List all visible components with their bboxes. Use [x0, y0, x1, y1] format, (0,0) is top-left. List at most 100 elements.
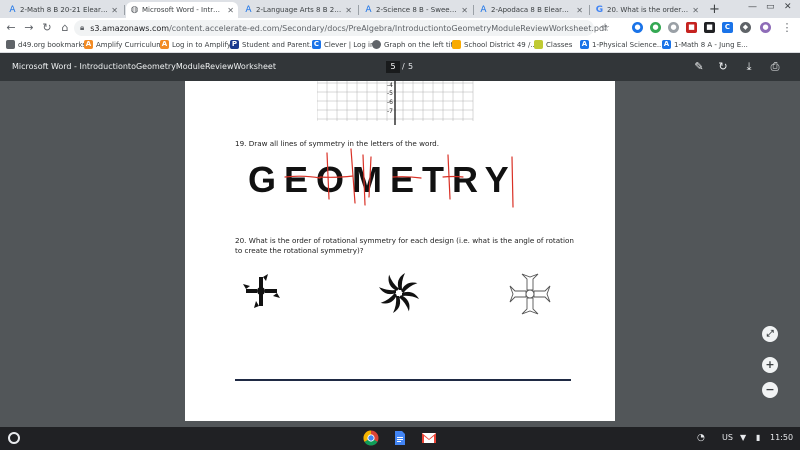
menu-icon[interactable]: ⋮	[780, 21, 794, 34]
locale-indicator[interactable]: US	[722, 433, 733, 442]
bookmark-item[interactable]: A 1-Math 8 A - Jung E...	[662, 40, 748, 49]
amplify-icon: A	[160, 40, 169, 49]
url-path: /content.accelerate-ed.com/Secondary/doc…	[169, 23, 607, 33]
tab-google-search[interactable]: G 20. What is the order of rota ✕	[591, 2, 703, 18]
extension-icon[interactable]: C	[722, 22, 733, 33]
zoom-out-button[interactable]: −	[762, 382, 778, 398]
bookmark-item[interactable]: P Student and Parent...	[230, 40, 316, 49]
bookmark-item[interactable]: School District 49 /...	[452, 40, 537, 49]
rotation-design-pinwheel	[243, 274, 280, 308]
answer-line	[235, 379, 571, 381]
forward-icon[interactable]: →	[22, 21, 36, 34]
tab-science[interactable]: A 2-Science 8 B - Sweeney ELea ✕	[360, 2, 472, 18]
accelerate-icon: A	[580, 40, 589, 49]
page-separator: /	[402, 62, 405, 71]
wifi-icon[interactable]: ▼	[740, 433, 746, 442]
close-icon[interactable]: ✕	[576, 6, 583, 15]
bookmark-item[interactable]: d49.org bookmarks	[6, 40, 86, 49]
home-icon[interactable]: ⌂	[58, 21, 72, 34]
bookmark-label: Amplify Curriculum	[96, 40, 164, 49]
zoom-in-button[interactable]: +	[762, 357, 778, 373]
amplify-icon: A	[84, 40, 93, 49]
bookmark-label: Student and Parent...	[242, 40, 317, 49]
tab-label: 20. What is the order of rota	[607, 6, 689, 14]
bookmark-item[interactable]: C Clever | Log in	[312, 40, 374, 49]
accelerate-icon: A	[9, 4, 16, 15]
rotation-design-cross	[509, 273, 551, 315]
extension-icon[interactable]: ◆	[740, 22, 751, 33]
bookmark-item[interactable]: Graph on the left tit...	[372, 40, 460, 49]
tab-math[interactable]: A 2-Math 8 B 20-21 Elearning ✕	[4, 2, 122, 18]
download-icon[interactable]: ⤓	[742, 60, 756, 74]
close-icon[interactable]: ✕	[461, 6, 468, 15]
axis-tick-label: -7	[387, 108, 393, 115]
tab-label: Microsoft Word - Introductio	[142, 6, 224, 14]
print-icon[interactable]: ⎙	[768, 60, 782, 74]
docs-icon[interactable]	[392, 430, 408, 446]
settings-tray-icon[interactable]: ◔	[697, 433, 705, 443]
bookmarks-bar: d49.org bookmarks A Amplify Curriculum A…	[0, 38, 800, 53]
extension-icon[interactable]: ●	[650, 22, 661, 33]
close-icon[interactable]: ✕	[227, 6, 234, 15]
annotate-icon[interactable]: ✎	[692, 60, 706, 73]
star-icon[interactable]: ☆	[598, 21, 612, 34]
avatar[interactable]: ●	[760, 22, 771, 33]
clock[interactable]: 11:50	[770, 433, 793, 442]
extension-icon[interactable]: ●	[632, 22, 643, 33]
rotate-icon[interactable]: ↻	[716, 60, 730, 73]
back-icon[interactable]: ←	[4, 21, 18, 34]
bookmark-item[interactable]: Classes	[534, 40, 572, 49]
bookmark-label: d49.org bookmarks	[18, 40, 87, 49]
chrome-icon[interactable]	[363, 430, 379, 446]
accelerate-icon: A	[480, 4, 487, 15]
address-bar[interactable]: 🔒︎ s3.amazonaws.com/content.accelerate-e…	[74, 20, 607, 36]
extension-icon[interactable]: ■	[686, 22, 697, 33]
extension-icon[interactable]: ●	[668, 22, 679, 33]
pdf-page: -4 -5 -6 -7 19. Draw all lines of symmet…	[185, 81, 615, 421]
minimize-icon[interactable]: —	[748, 2, 757, 12]
bookmark-item[interactable]: A Log in to Amplify	[160, 40, 231, 49]
symmetry-marks	[284, 148, 514, 208]
page-total: 5	[408, 62, 414, 71]
tab-language-arts[interactable]: A 2-Language Arts 8 B 20-21 E ✕	[240, 2, 356, 18]
question-20: 20. What is the order of rotational symm…	[235, 236, 574, 255]
close-icon[interactable]: ✕	[345, 6, 352, 15]
bookmark-label: 1-Math 8 A - Jung E...	[674, 40, 748, 49]
bookmark-label: Clever | Log in	[324, 40, 375, 49]
google-icon: G	[595, 4, 604, 15]
maximize-icon[interactable]: ▭	[766, 2, 775, 12]
fit-to-page-icon[interactable]: ⤢	[762, 326, 778, 342]
launcher-icon[interactable]	[8, 432, 20, 444]
accelerate-icon: A	[245, 4, 252, 15]
tab-label: 2-Apodaca 8 B Elearning Soc	[491, 6, 573, 14]
tab-social-studies[interactable]: A 2-Apodaca 8 B Elearning Soc ✕	[475, 2, 587, 18]
close-icon[interactable]: ✕	[111, 6, 118, 15]
bookmark-label: 1-Physical Science...	[592, 40, 664, 49]
rotation-design-swirl	[379, 273, 419, 313]
bookmark-item[interactable]: A Amplify Curriculum	[84, 40, 163, 49]
gmail-icon[interactable]	[421, 430, 437, 446]
p-icon: P	[230, 40, 239, 49]
lock-icon[interactable]: 🔒︎	[80, 23, 84, 33]
bookmark-label: School District 49 /...	[464, 40, 537, 49]
globe-icon	[372, 40, 381, 49]
tab-worksheet-pdf[interactable]: ◍ Microsoft Word - Introductio ✕	[126, 2, 238, 18]
tab-strip: A 2-Math 8 B 20-21 Elearning ✕ ◍ Microso…	[0, 0, 800, 18]
pdf-viewer[interactable]: -4 -5 -6 -7 19. Draw all lines of symmet…	[0, 81, 800, 427]
pdf-title: Microsoft Word - IntroductiontoGeometryM…	[12, 62, 276, 71]
tab-label: 2-Math 8 B 20-21 Elearning	[20, 6, 109, 14]
classes-icon	[534, 40, 543, 49]
folder-icon	[6, 40, 15, 49]
pdf-toolbar: Microsoft Word - IntroductiontoGeometryM…	[0, 53, 800, 81]
extension-icon[interactable]: ■	[704, 22, 715, 33]
reload-icon[interactable]: ↻	[40, 21, 54, 34]
page-number-input[interactable]: 5	[386, 61, 400, 73]
tab-label: 2-Science 8 B - Sweeney ELea	[376, 6, 459, 14]
new-tab-button[interactable]: +	[709, 2, 720, 17]
bookmark-item[interactable]: A 1-Physical Science...	[580, 40, 664, 49]
battery-icon[interactable]: ▮	[756, 433, 760, 442]
close-icon[interactable]: ✕	[692, 6, 699, 15]
bookmark-label: Graph on the left tit...	[384, 40, 461, 49]
district-icon	[452, 40, 461, 49]
close-window-icon[interactable]: ✕	[784, 2, 792, 12]
